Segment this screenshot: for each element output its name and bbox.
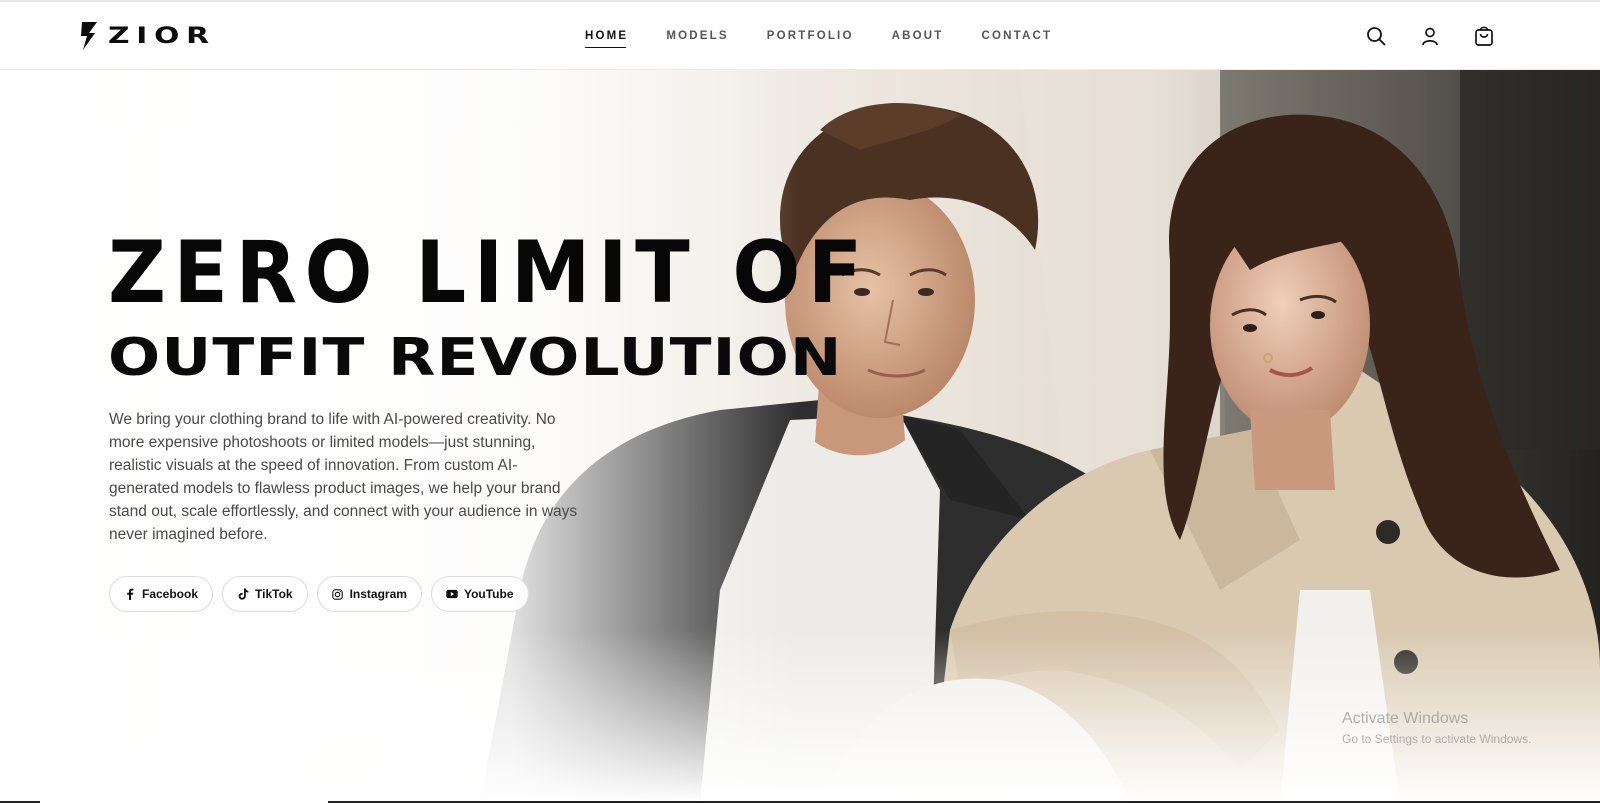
header-actions [1364, 24, 1496, 48]
account-button[interactable] [1418, 24, 1442, 48]
user-icon [1422, 27, 1438, 46]
nav-portfolio[interactable]: PORTFOLIO [767, 30, 854, 48]
instagram-icon [332, 588, 344, 600]
lightning-logo-icon [81, 22, 97, 50]
hero-title-line1: ZERO LIMIT OF [108, 223, 870, 323]
social-links: Facebook TikTok Instagram YouTube [109, 576, 529, 612]
main-nav: HOME MODELS PORTFOLIO ABOUT CONTACT [585, 30, 1090, 48]
tiktok-icon [237, 588, 249, 600]
instagram-link[interactable]: Instagram [316, 576, 422, 612]
hero-title-line2: OUTFIT REVOLUTION [108, 328, 843, 388]
watermark-title: Activate Windows [1342, 710, 1469, 727]
search-icon [1367, 27, 1386, 46]
nav-models[interactable]: MODELS [666, 30, 728, 48]
tiktok-label: TikTok [255, 587, 293, 601]
facebook-label: Facebook [142, 587, 199, 601]
site-header: ZIOR HOME MODELS PORTFOLIO ABOUT CONTACT [0, 0, 1600, 70]
facebook-link[interactable]: Facebook [109, 576, 214, 612]
cart-button[interactable] [1472, 24, 1496, 48]
logo[interactable]: ZIOR [80, 20, 209, 52]
nav-contact[interactable]: CONTACT [982, 30, 1053, 48]
youtube-label: YouTube [463, 587, 514, 601]
instagram-label: Instagram [349, 587, 407, 601]
nav-home[interactable]: HOME [585, 30, 628, 48]
shopping-bag-icon [1475, 26, 1493, 46]
facebook-icon [124, 588, 136, 600]
hero-description: We bring your clothing brand to life wit… [109, 411, 578, 543]
youtube-link[interactable]: YouTube [430, 576, 529, 612]
search-button[interactable] [1364, 24, 1388, 48]
youtube-icon [446, 588, 458, 600]
windows-activation-watermark: Activate Windows Go to Settings to activ… [1342, 710, 1531, 746]
brand-name: ZIOR [108, 23, 216, 49]
hero-section: ZERO LIMIT OF OUTFIT REVOLUTION We bring… [0, 70, 1600, 803]
nav-about[interactable]: ABOUT [892, 30, 944, 48]
watermark-subtitle: Go to Settings to activate Windows. [1342, 732, 1532, 746]
tiktok-link[interactable]: TikTok [222, 576, 308, 612]
